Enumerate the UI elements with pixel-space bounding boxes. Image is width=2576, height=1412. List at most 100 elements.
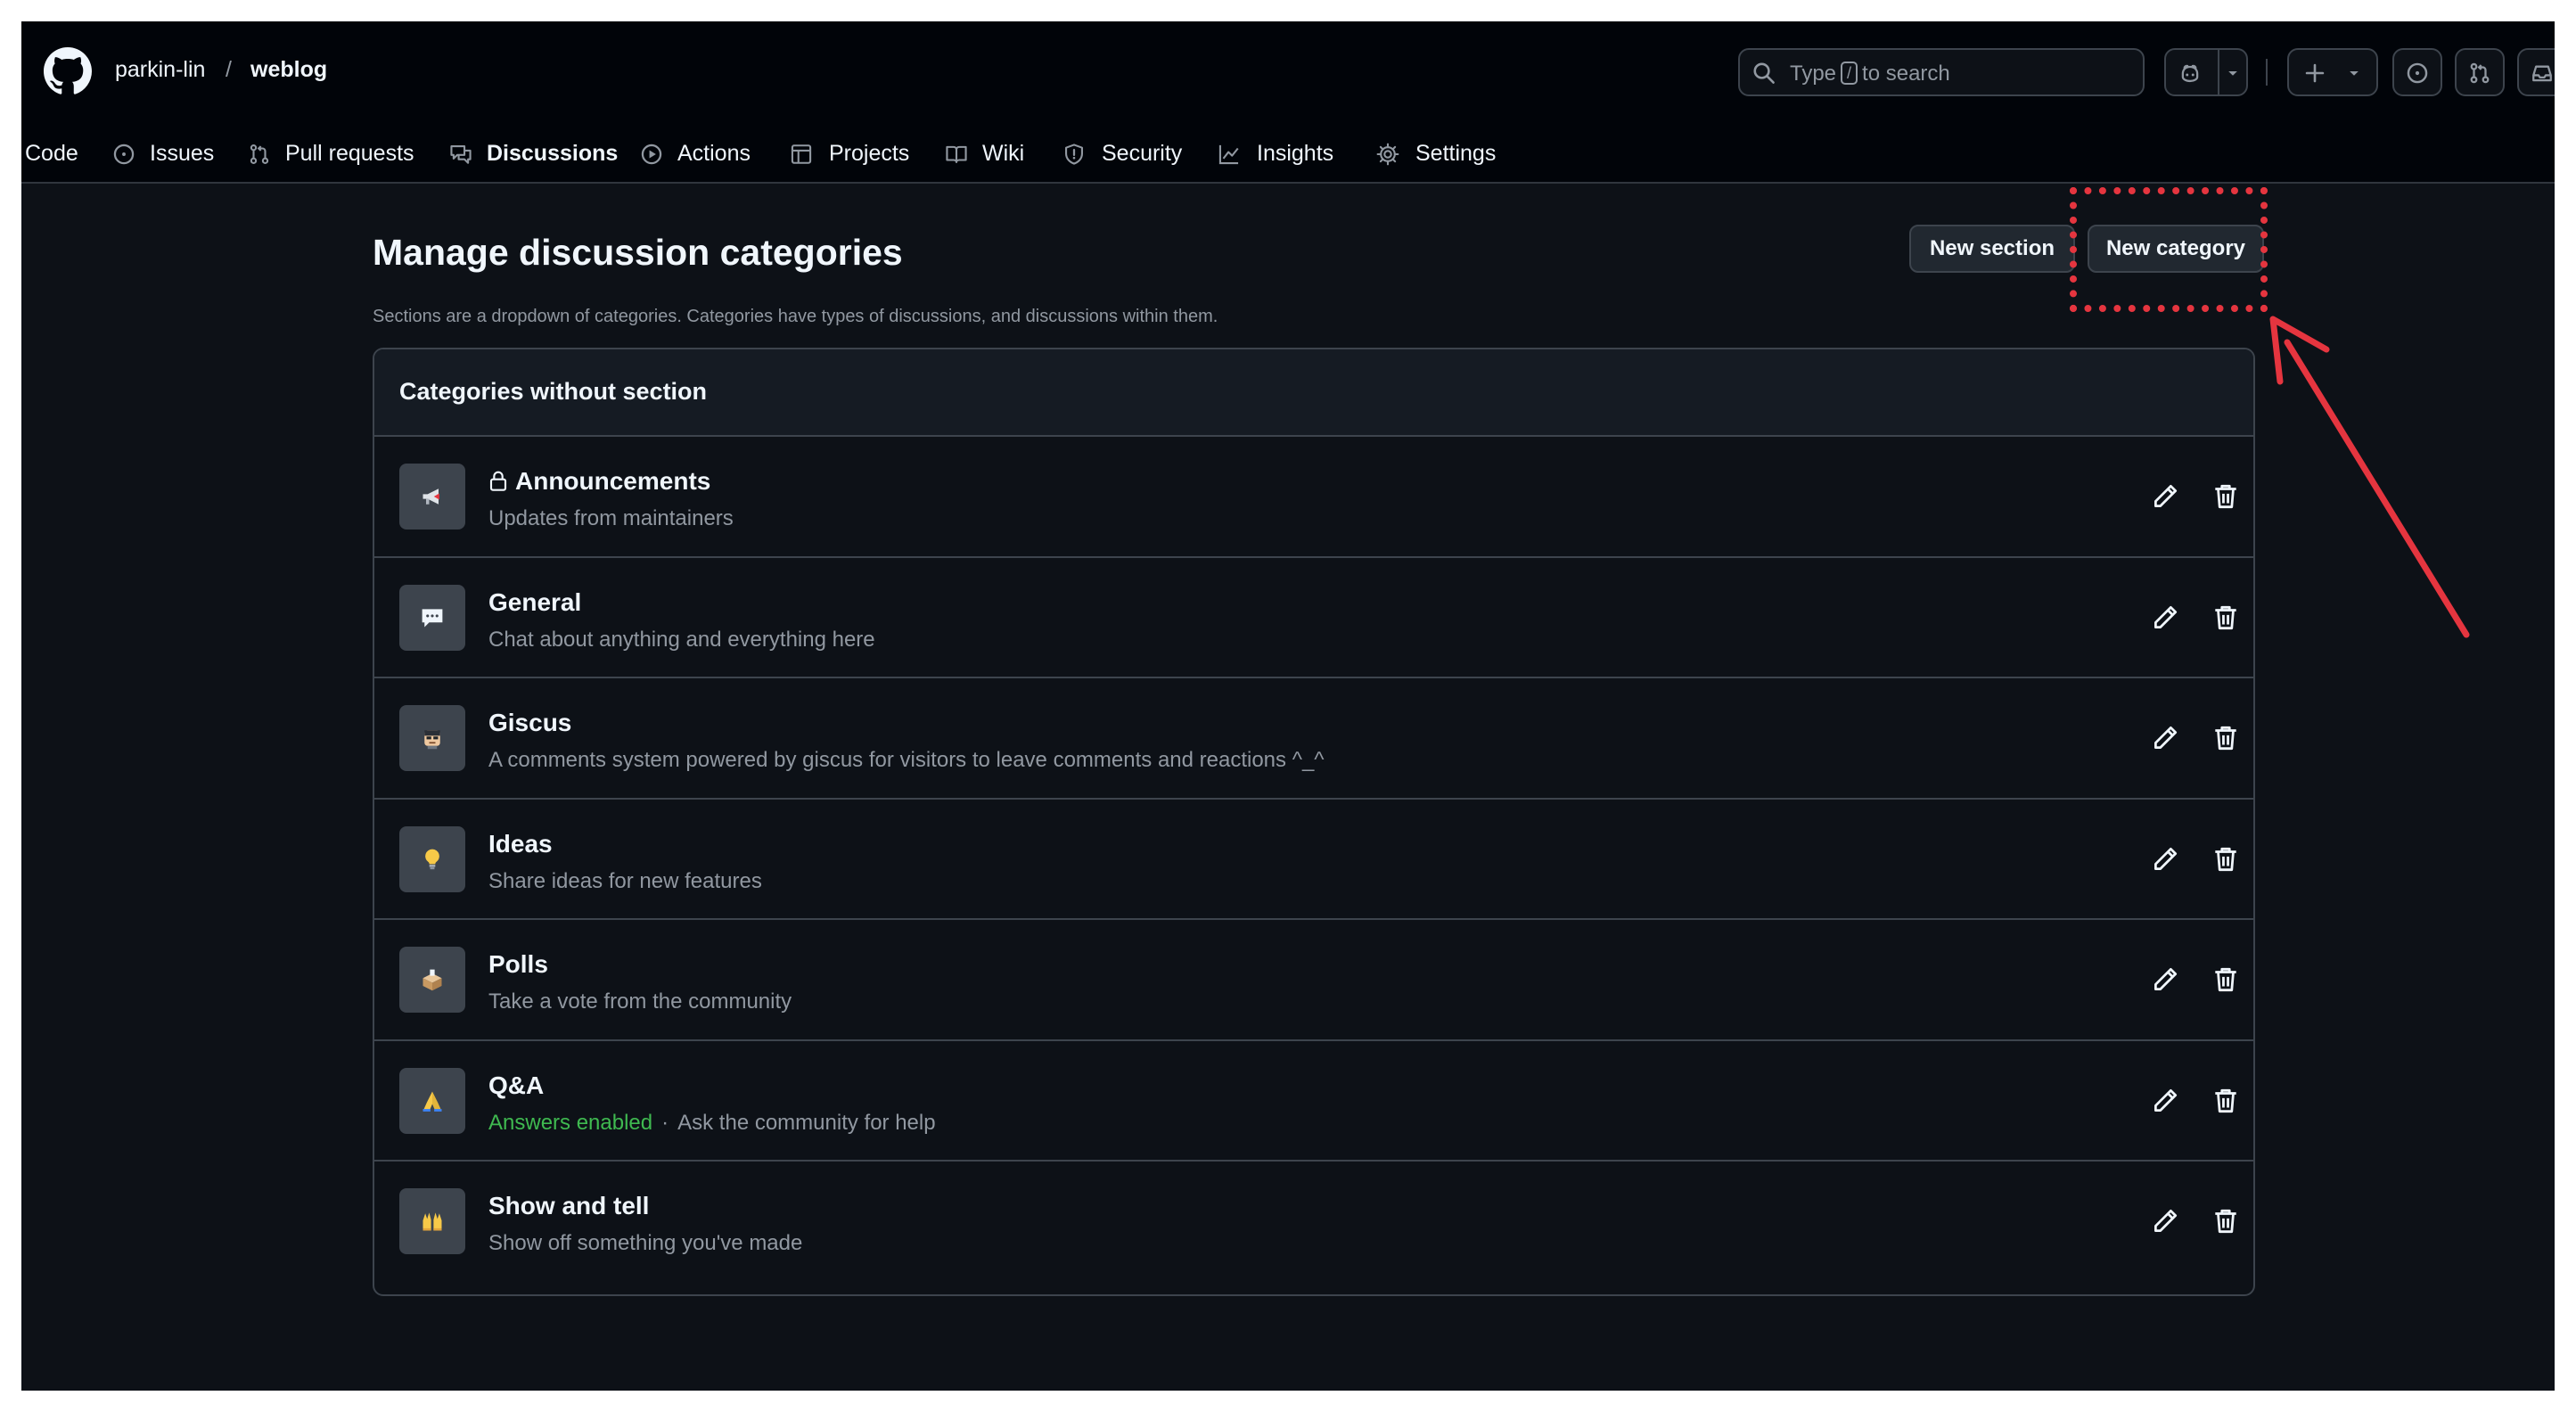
- header-divider: [2266, 59, 2268, 86]
- delete-category-button[interactable]: [2211, 603, 2241, 633]
- tab-discussions-label: Discussions: [487, 141, 619, 166]
- git-pull-request-icon: [2470, 62, 2490, 84]
- repo-nav-tabs: Code Issues Pull requests Discussions Ac…: [21, 127, 2555, 180]
- edit-category-button[interactable]: [2150, 603, 2180, 633]
- comment-discussion-icon: [450, 145, 472, 164]
- new-section-button[interactable]: New section: [1909, 225, 2075, 273]
- loudspeaker-icon: [422, 488, 439, 505]
- category-emoji: [399, 584, 465, 651]
- category-name: Polls: [488, 950, 548, 978]
- table-icon: [791, 144, 812, 164]
- category-row-ideas: Ideas Share ideas for new features: [374, 800, 2253, 920]
- inbox-button[interactable]: [2517, 48, 2555, 96]
- chevron-down-icon: [2350, 70, 2359, 76]
- category-emoji: [399, 705, 465, 771]
- trash-icon: [2215, 967, 2236, 992]
- category-name: Giscus: [488, 709, 572, 736]
- trash-icon: [2215, 1088, 2236, 1112]
- category-emoji: [399, 947, 465, 1013]
- copilot-button[interactable]: [2164, 48, 2248, 96]
- repo-header: parkin-lin / weblog Type / to search Cod…: [21, 21, 2555, 184]
- tab-pull-requests-label: Pull requests: [285, 141, 414, 166]
- tab-insights-label: Insights: [1257, 141, 1334, 166]
- category-row-general: General Chat about anything and everythi…: [374, 558, 2253, 678]
- your-pull-requests-button[interactable]: [2455, 48, 2505, 96]
- book-icon: [946, 145, 967, 163]
- graph-icon: [1218, 144, 1239, 165]
- category-row-qa: Q&A Answers enabled · Ask the community fo…: [374, 1041, 2253, 1162]
- tab-actions-label: Actions: [677, 141, 751, 166]
- edit-category-button[interactable]: [2150, 1086, 2180, 1116]
- edit-category-button[interactable]: [2150, 481, 2180, 512]
- folded-hands-icon: [422, 1091, 442, 1112]
- delete-category-button[interactable]: [2211, 844, 2241, 874]
- pencil-icon: [2154, 484, 2178, 508]
- shield-icon: [1065, 144, 1083, 165]
- category-description: Share ideas for new features: [488, 868, 762, 893]
- category-description: Show off something you've made: [488, 1231, 803, 1255]
- lock-icon: [489, 471, 507, 491]
- play-icon: [641, 144, 662, 165]
- your-issues-button[interactable]: [2392, 48, 2442, 96]
- breadcrumb-repo[interactable]: weblog: [250, 57, 327, 83]
- tab-wiki-label: Wiki: [982, 141, 1025, 166]
- delete-category-button[interactable]: [2211, 965, 2241, 995]
- plus-icon: [2305, 63, 2325, 83]
- pencil-icon: [2154, 967, 2178, 991]
- search-input[interactable]: Type / to search: [1738, 48, 2145, 96]
- trash-icon: [2215, 847, 2236, 871]
- edit-category-button[interactable]: [2150, 965, 2180, 995]
- speech-balloon-icon: [422, 608, 443, 627]
- panel-title: Categories without section: [399, 378, 708, 405]
- category-description: Answers enabled · Ask the community for he…: [488, 1110, 936, 1135]
- trash-icon: [2215, 1209, 2236, 1234]
- tab-security-label: Security: [1102, 141, 1183, 166]
- edit-category-button[interactable]: [2150, 844, 2180, 874]
- tab-projects-label: Projects: [829, 141, 910, 166]
- copilot-icon: [2181, 64, 2199, 83]
- breadcrumb-owner[interactable]: parkin-lin: [115, 57, 205, 83]
- inbox-icon: [2532, 65, 2552, 82]
- slash-key-hint: /: [1841, 62, 1858, 85]
- pencil-icon: [2154, 1209, 2178, 1233]
- category-name: Q&A: [488, 1071, 545, 1099]
- delete-category-button[interactable]: [2211, 481, 2241, 512]
- category-description: Take a vote from the community: [488, 989, 792, 1014]
- category-description: Chat about anything and everything here: [488, 627, 875, 652]
- pencil-icon: [2154, 605, 2178, 628]
- tab-issues-label: Issues: [150, 141, 215, 166]
- category-emoji: [399, 1067, 465, 1134]
- category-row-giscus: Giscus A comments system powered by gisc…: [374, 678, 2253, 800]
- categories-panel: Categories without section Announcements…: [373, 348, 2255, 1296]
- category-name: General: [488, 587, 582, 616]
- category-description: A comments system powered by giscus for …: [488, 748, 1325, 772]
- edit-category-button[interactable]: [2150, 1206, 2180, 1236]
- panel-header: Categories without section: [374, 349, 2253, 437]
- pencil-icon: [2154, 1088, 2178, 1112]
- light-bulb-icon: [425, 849, 439, 869]
- pencil-icon: [2154, 726, 2178, 750]
- category-name: Show and tell: [488, 1192, 650, 1219]
- delete-category-button[interactable]: [2211, 723, 2241, 753]
- search-placeholder: Type / to search: [1790, 62, 1950, 86]
- category-name: Announcements: [488, 467, 710, 496]
- category-emoji: [399, 1188, 465, 1254]
- category-emoji: [399, 825, 465, 892]
- edit-category-button[interactable]: [2150, 723, 2180, 753]
- trash-icon: [2215, 484, 2236, 509]
- create-new-button[interactable]: [2287, 48, 2378, 96]
- raised-hands-icon: [422, 1212, 442, 1231]
- trash-icon: [2215, 605, 2236, 629]
- gear-icon: [1376, 143, 1399, 166]
- ballot-box-icon: [422, 969, 442, 991]
- delete-category-button[interactable]: [2211, 1086, 2241, 1116]
- github-logo-icon[interactable]: [44, 47, 92, 95]
- chevron-down-icon: [2228, 70, 2237, 76]
- category-emoji: [399, 464, 465, 530]
- browser-viewport: parkin-lin / weblog Type / to search Cod…: [21, 21, 2555, 1391]
- delete-category-button[interactable]: [2211, 1206, 2241, 1236]
- issue-opened-icon: [113, 144, 135, 165]
- annotation-highlight-box: [2070, 187, 2268, 312]
- category-description: Updates from maintainers: [488, 506, 734, 530]
- page-description: Sections are a dropdown of categories. C…: [373, 307, 1218, 326]
